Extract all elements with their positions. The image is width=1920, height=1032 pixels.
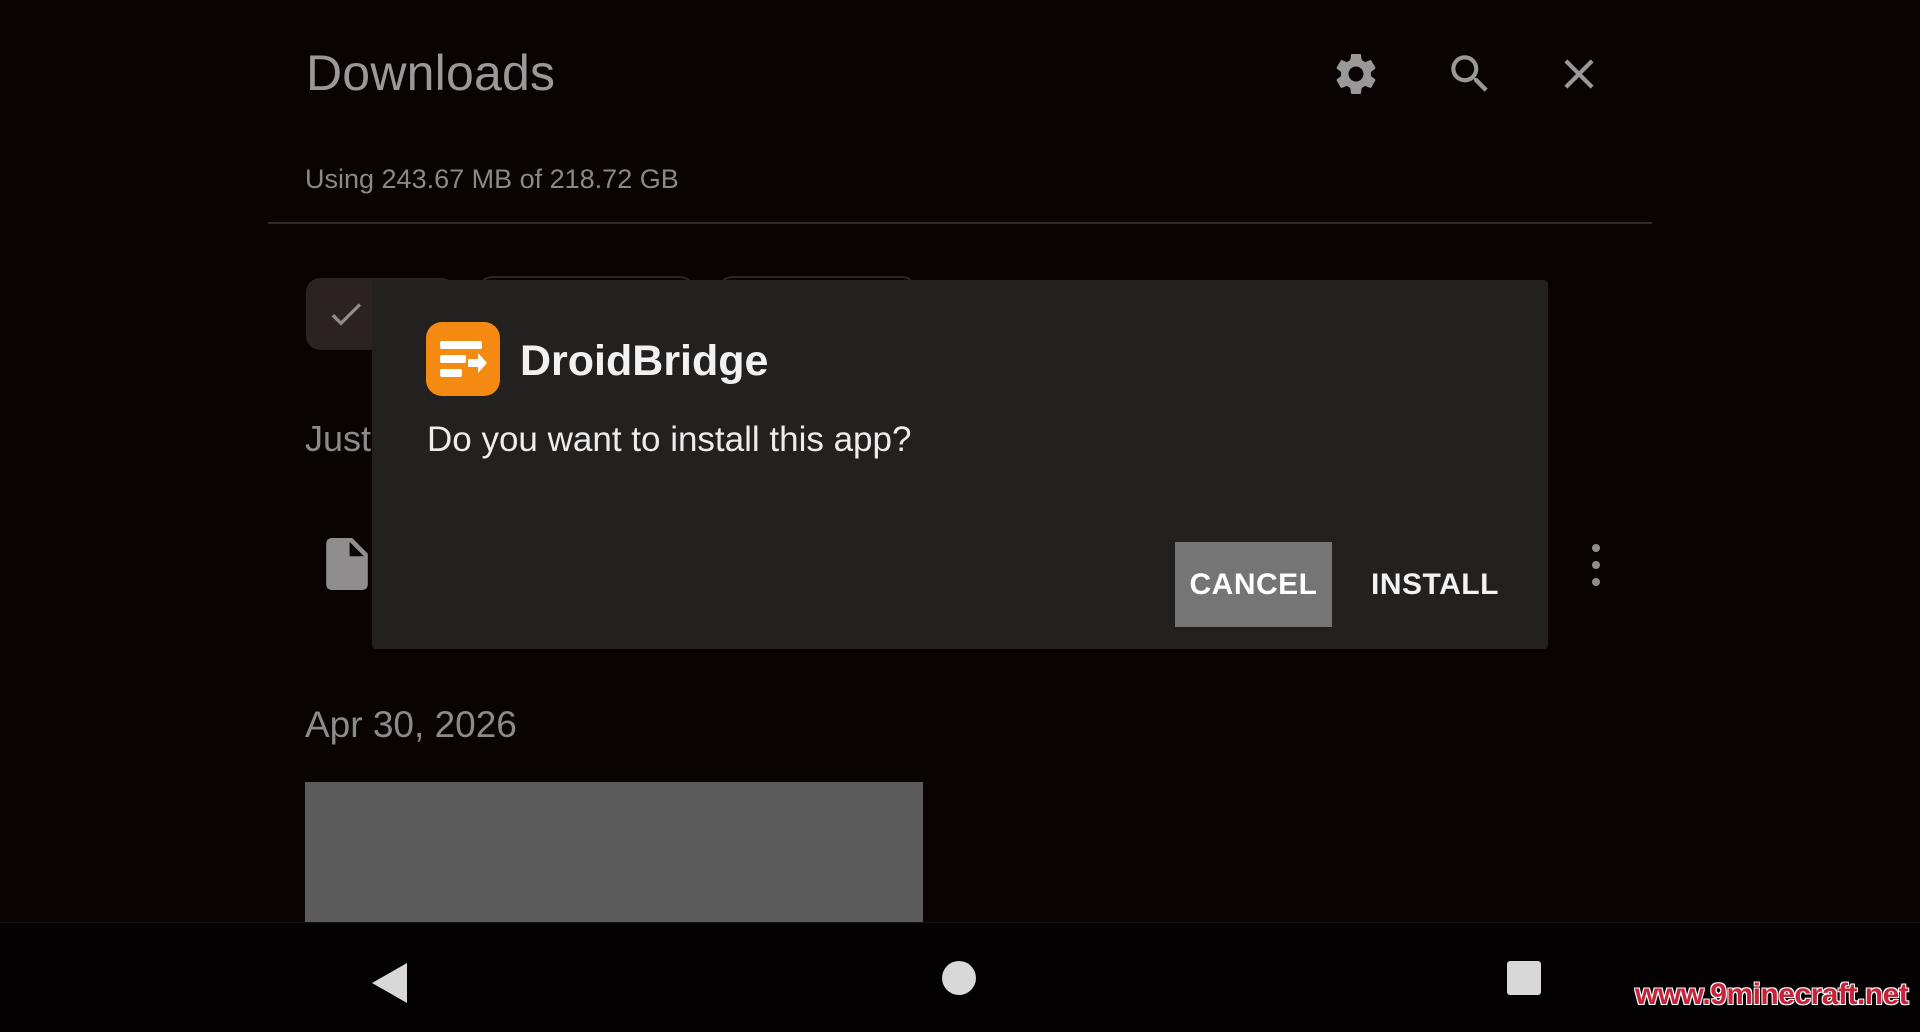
close-icon [1564,59,1594,89]
file-item[interactable] [326,538,368,595]
cancel-button[interactable]: CANCEL [1175,542,1332,627]
storage-usage: Using 243.67 MB of 218.72 GB [305,164,679,194]
header-divider [268,222,1652,224]
navigation-bar [0,922,1920,1032]
settings-button[interactable] [1326,44,1386,104]
screen: Downloads Using 243.67 MB of 218.72 GB J… [0,0,1920,1032]
home-icon[interactable] [942,961,976,995]
section-header-date: Apr 30, 2026 [305,704,517,745]
download-thumbnail[interactable] [305,782,923,922]
back-icon[interactable] [372,963,407,1003]
watermark: www.9minecraft.net [1635,978,1909,1011]
search-button[interactable] [1440,44,1500,104]
more-options-icon[interactable] [1584,540,1608,590]
file-icon [326,538,368,590]
recents-icon[interactable] [1507,961,1541,995]
close-button[interactable] [1549,44,1609,104]
page-title: Downloads [306,45,556,101]
gear-icon [1336,53,1376,94]
app-icon [426,322,500,396]
install-button[interactable]: INSTALL [1360,542,1510,627]
install-dialog: DroidBridge Do you want to install this … [372,280,1548,649]
section-header-recent: Just [305,418,372,459]
dialog-app-name: DroidBridge [520,337,769,385]
droidbridge-logo-icon [440,341,487,377]
dialog-message: Do you want to install this app? [427,420,912,459]
search-icon [1451,55,1488,92]
check-icon [331,303,361,326]
